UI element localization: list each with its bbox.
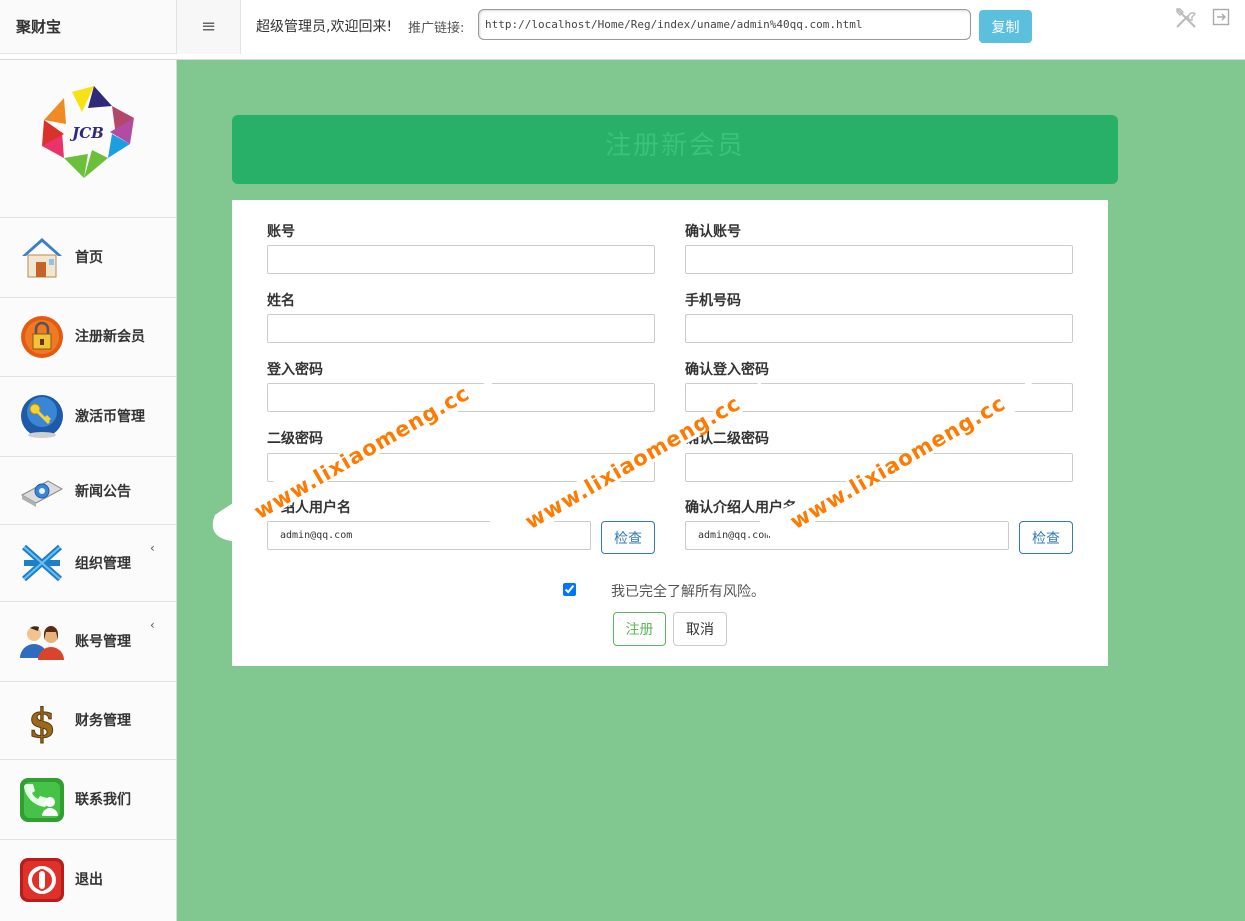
sidebar-item-activation-coin[interactable]: 激活币管理 bbox=[0, 377, 176, 457]
sidebar-item-label: 组织管理 bbox=[75, 556, 131, 572]
svg-text:JCB: JCB bbox=[69, 124, 104, 142]
agree-checkbox[interactable] bbox=[563, 583, 576, 596]
logout-icon[interactable] bbox=[1211, 7, 1231, 27]
promo-link-label: 推广链接: bbox=[408, 21, 465, 36]
chevron-left-icon[interactable]: ‹ bbox=[150, 618, 155, 632]
second-password-label: 二级密码 bbox=[267, 431, 323, 447]
confirm-referrer-label: 确认介绍人用户名 bbox=[685, 500, 797, 516]
sidebar-item-label: 新闻公告 bbox=[75, 484, 131, 500]
top-bar: 聚财宝 ≡ 超级管理员,欢迎回来! 推广链接: 复制 bbox=[0, 0, 1245, 60]
account-label: 账号 bbox=[267, 224, 295, 240]
name-label: 姓名 bbox=[267, 293, 295, 309]
copy-button[interactable]: 复制 bbox=[979, 10, 1032, 43]
sidebar-item-home[interactable]: 首页 bbox=[0, 218, 176, 298]
sidebar-item-label: 账号管理 bbox=[75, 634, 131, 650]
sidebar-item-label: 退出 bbox=[75, 872, 103, 888]
logo-area: JCB bbox=[0, 60, 176, 218]
dollar-icon: $ bbox=[28, 700, 57, 746]
sidebar: JCB 首页 注册新会员 激活币管理 新闻公告 组织管理 ‹ 账号管理 ‹ $ … bbox=[0, 60, 177, 921]
sidebar-item-label: 注册新会员 bbox=[75, 329, 145, 345]
menu-toggle-button[interactable]: ≡ bbox=[177, 0, 241, 54]
confirm-account-field[interactable] bbox=[685, 245, 1073, 274]
contact-icon bbox=[20, 778, 64, 822]
phone-field[interactable] bbox=[685, 314, 1073, 343]
second-password-field[interactable] bbox=[267, 453, 655, 482]
account-field[interactable] bbox=[267, 245, 655, 274]
news-icon bbox=[20, 480, 64, 507]
sidebar-item-register[interactable]: 注册新会员 bbox=[0, 298, 176, 377]
confirm-referrer-field[interactable] bbox=[685, 521, 1009, 550]
network-icon bbox=[22, 544, 62, 582]
jcb-logo: JCB bbox=[42, 86, 134, 178]
sidebar-item-organization[interactable]: 组织管理 ‹ bbox=[0, 525, 176, 602]
welcome-text: 超级管理员,欢迎回来! bbox=[256, 19, 393, 35]
confirm-second-password-field[interactable] bbox=[685, 453, 1073, 482]
lock-icon bbox=[21, 316, 63, 358]
sidebar-item-news[interactable]: 新闻公告 bbox=[0, 457, 176, 525]
cancel-button[interactable]: 取消 bbox=[673, 612, 727, 646]
login-password-field[interactable] bbox=[267, 383, 655, 412]
sidebar-item-contact[interactable]: 联系我们 bbox=[0, 760, 176, 840]
users-icon bbox=[20, 626, 64, 660]
tools-icon[interactable] bbox=[1174, 6, 1198, 30]
brand-name[interactable]: 聚财宝 bbox=[0, 0, 177, 54]
sidebar-item-label: 财务管理 bbox=[75, 713, 131, 729]
house-icon bbox=[22, 238, 62, 278]
key-icon bbox=[21, 395, 63, 438]
page-title: 注册新会员 bbox=[232, 115, 1118, 184]
referrer-label: 介绍人用户名 bbox=[267, 500, 351, 516]
confirm-account-label: 确认账号 bbox=[685, 224, 741, 240]
sidebar-item-label: 首页 bbox=[75, 250, 103, 266]
referrer-field[interactable] bbox=[267, 521, 591, 550]
sidebar-item-finance[interactable]: $ 财务管理 bbox=[0, 682, 176, 760]
chevron-left-icon[interactable]: ‹ bbox=[150, 541, 155, 555]
power-icon bbox=[20, 858, 64, 902]
svg-text:$: $ bbox=[28, 700, 56, 745]
confirm-login-password-label: 确认登入密码 bbox=[685, 362, 769, 378]
agree-text: 我已完全了解所有风险。 bbox=[611, 584, 765, 600]
name-field[interactable] bbox=[267, 314, 655, 343]
promo-link-input[interactable] bbox=[478, 9, 971, 40]
login-password-label: 登入密码 bbox=[267, 362, 323, 378]
register-button[interactable]: 注册 bbox=[613, 612, 666, 646]
confirm-second-password-label: 确认二级密码 bbox=[685, 431, 769, 447]
sidebar-item-account[interactable]: 账号管理 ‹ bbox=[0, 602, 176, 682]
sidebar-item-logout[interactable]: 退出 bbox=[0, 840, 176, 921]
confirm-login-password-field[interactable] bbox=[685, 383, 1073, 412]
register-form: 账号 确认账号 姓名 手机号码 登入密码 确认登入密码 二级密码 确认二级密码 … bbox=[232, 200, 1108, 666]
sidebar-item-label: 激活币管理 bbox=[75, 409, 145, 425]
phone-label: 手机号码 bbox=[685, 293, 741, 309]
check-confirm-referrer-button[interactable]: 检查 bbox=[1019, 521, 1073, 554]
check-referrer-button[interactable]: 检查 bbox=[601, 521, 655, 554]
sidebar-item-label: 联系我们 bbox=[75, 792, 131, 808]
